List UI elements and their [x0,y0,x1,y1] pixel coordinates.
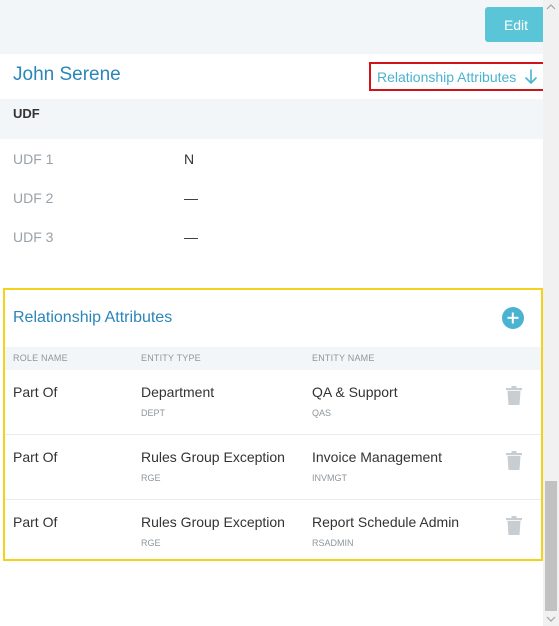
scrollbar-thumb[interactable] [545,481,557,611]
entity-name-cell: Invoice Management [312,449,442,465]
entity-type-code: DEPT [141,408,166,418]
entity-name-cell: Report Schedule Admin [312,514,460,530]
table-header: ROLE NAME ENTITY TYPE ENTITY NAME [5,347,541,370]
relationship-section-title: Relationship Attributes [13,309,173,326]
arrow-down-icon [525,68,538,84]
edit-button[interactable]: Edit [485,7,547,42]
entity-type-cell: Department [141,384,215,400]
role-name-cell: Part Of [13,514,58,530]
entity-type-cell: Rules Group Exception [141,514,285,530]
entity-name-code: QAS [312,408,332,418]
udf-label: UDF 1 [13,151,54,167]
page-title: John Serene [13,64,121,85]
table-row: Part Of Department DEPT QA & Support QAS [5,370,541,435]
udf-section-title: UDF [13,106,40,121]
table-row: Part Of Rules Group Exception RGE Invoic… [5,435,541,500]
top-toolbar: Edit [0,0,547,54]
udf-value: — [184,229,198,245]
role-name-cell: Part Of [13,449,58,465]
trash-icon[interactable] [506,451,522,470]
entity-name-code: RSADMIN [312,538,354,548]
entity-type-code: RGE [141,538,161,548]
page: Edit John Serene Relationship Attributes… [0,0,559,626]
entity-name-cell: QA & Support [312,384,398,400]
relationship-attributes-panel: Relationship Attributes ROLE NAME ENTITY… [3,288,543,561]
entity-type-code: RGE [141,473,161,483]
udf-row: UDF 2 — [0,190,543,214]
scroll-down-arrow-icon[interactable] [543,612,559,626]
table-row: Part Of Rules Group Exception RGE Report… [5,500,541,565]
udf-value: — [184,190,198,206]
vertical-scrollbar[interactable] [543,0,559,626]
entity-type-cell: Rules Group Exception [141,449,285,465]
entity-name-code: INVMGT [312,473,347,483]
scroll-up-arrow-icon[interactable] [543,0,559,14]
record-header: John Serene Relationship Attributes [0,54,548,99]
udf-value: N [184,151,195,167]
column-header-role-name: ROLE NAME [13,353,68,363]
relationship-link-label: Relationship Attributes [377,68,517,85]
relationship-attributes-link[interactable]: Relationship Attributes [369,62,548,91]
role-name-cell: Part Of [13,384,58,400]
add-relationship-button[interactable] [502,307,524,329]
udf-label: UDF 3 [13,229,54,245]
udf-label: UDF 2 [13,190,54,206]
udf-row: UDF 1 N [0,151,543,175]
udf-row: UDF 3 — [0,229,543,253]
trash-icon[interactable] [506,386,522,405]
column-header-entity-type: ENTITY TYPE [141,353,201,363]
udf-section-header [0,99,543,139]
trash-icon[interactable] [506,516,522,535]
column-header-entity-name: ENTITY NAME [312,353,375,363]
